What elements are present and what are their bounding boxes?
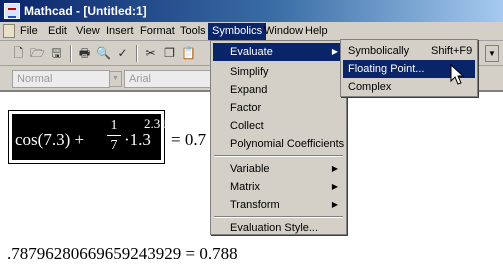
copy-icon[interactable]: ❐ — [161, 45, 178, 62]
menu-item-expand[interactable]: Expand — [213, 81, 344, 99]
menu-separator — [214, 216, 343, 218]
toolbar-separator — [70, 45, 72, 62]
menu-item-matrix[interactable]: Matrix ▶ — [213, 178, 344, 196]
menu-separator — [214, 155, 343, 157]
symbolics-menu: Evaluate ▶ Simplify Expand Factor Collec… — [210, 40, 347, 235]
menu-item-simplify[interactable]: Simplify — [213, 63, 344, 81]
print-icon[interactable]: 🖶 — [76, 45, 93, 62]
menu-symbolics[interactable]: Symbolics — [208, 23, 267, 40]
new-document-icon[interactable]: 🗋 — [10, 45, 27, 62]
submenu-arrow-icon: ▶ — [331, 47, 338, 56]
menu-item-polynomial-coefficients[interactable]: Polynomial Coefficients — [213, 135, 344, 153]
menu-edit[interactable]: Edit — [44, 24, 71, 39]
menu-item-collect[interactable]: Collect — [213, 117, 344, 135]
menu-item-label: Variable — [230, 163, 270, 175]
print-preview-icon[interactable]: 🔍 — [95, 45, 112, 62]
menu-help[interactable]: Help — [301, 24, 332, 39]
menu-item-label: Evaluate — [230, 46, 273, 58]
cut-icon[interactable]: ✂ — [142, 45, 159, 62]
submenu-item-label: Symbolically — [348, 45, 410, 57]
mathcad-app-icon[interactable] — [4, 3, 20, 19]
zoom-dropdown-chevron-icon[interactable]: ▼ — [485, 45, 499, 62]
submenu-arrow-icon: ▶ — [331, 164, 338, 173]
menu-tools[interactable]: Tools — [176, 24, 210, 39]
title-bar: Mathcad - [Untitled:1] — [0, 0, 503, 22]
font-select[interactable]: Arial — [124, 70, 214, 88]
menu-item-transform[interactable]: Transform ▶ — [213, 196, 344, 214]
floating-point-result[interactable]: .7879628066965924392­9 = 0.788 — [7, 244, 238, 264]
menu-item-factor[interactable]: Factor — [213, 99, 344, 117]
expression-exponent: 2.31 — [144, 116, 167, 131]
menu-format[interactable]: Format — [136, 24, 179, 39]
menu-view[interactable]: View — [72, 24, 104, 39]
expression-fraction: 1 7 — [107, 117, 121, 154]
expression-result: = 0.7 — [171, 130, 207, 149]
paste-icon[interactable]: 📋 — [180, 45, 197, 62]
menu-item-evaluate[interactable]: Evaluate ▶ — [213, 43, 344, 61]
submenu-arrow-icon: ▶ — [331, 182, 338, 191]
menu-item-evaluation-style[interactable]: Evaluation Style... — [213, 219, 344, 237]
style-select[interactable]: Normal — [12, 70, 110, 88]
menu-item-label: Matrix — [230, 181, 260, 193]
mouse-pointer-icon — [450, 64, 465, 85]
fraction-denominator: 7 — [110, 138, 118, 153]
style-dropdown-chevron-icon[interactable]: ▼ — [109, 71, 122, 87]
submenu-item-symbolically[interactable]: Symbolically Shift+F9 — [343, 42, 475, 60]
toolbar-separator — [136, 45, 138, 62]
menu-item-variable[interactable]: Variable ▶ — [213, 160, 344, 178]
menu-insert[interactable]: Insert — [102, 24, 138, 39]
save-icon[interactable]: 🖫 — [48, 45, 65, 62]
spell-check-icon[interactable]: ✓ — [114, 45, 131, 62]
window-title: Mathcad - [Untitled:1] — [24, 4, 147, 18]
expression-highlight: cos(7.3) + 1 7 ·1.3 2.31 — [12, 114, 167, 160]
expression-main: cos(7.3) + — [15, 130, 85, 149]
menu-file[interactable]: File — [16, 24, 42, 39]
submenu-arrow-icon: ▶ — [331, 200, 338, 209]
open-folder-icon[interactable]: 🗁 — [29, 45, 46, 62]
shortcut-label: Shift+F9 — [431, 45, 473, 57]
fraction-numerator: 1 — [110, 118, 118, 133]
fraction-bar — [107, 135, 121, 136]
menu-item-label: Transform — [230, 199, 280, 211]
expression-tail: ·1.3 — [124, 130, 151, 149]
selected-math-region[interactable]: cos(7.3) + 1 7 ·1.3 2.31 — [8, 110, 167, 164]
document-icon[interactable] — [3, 24, 15, 38]
